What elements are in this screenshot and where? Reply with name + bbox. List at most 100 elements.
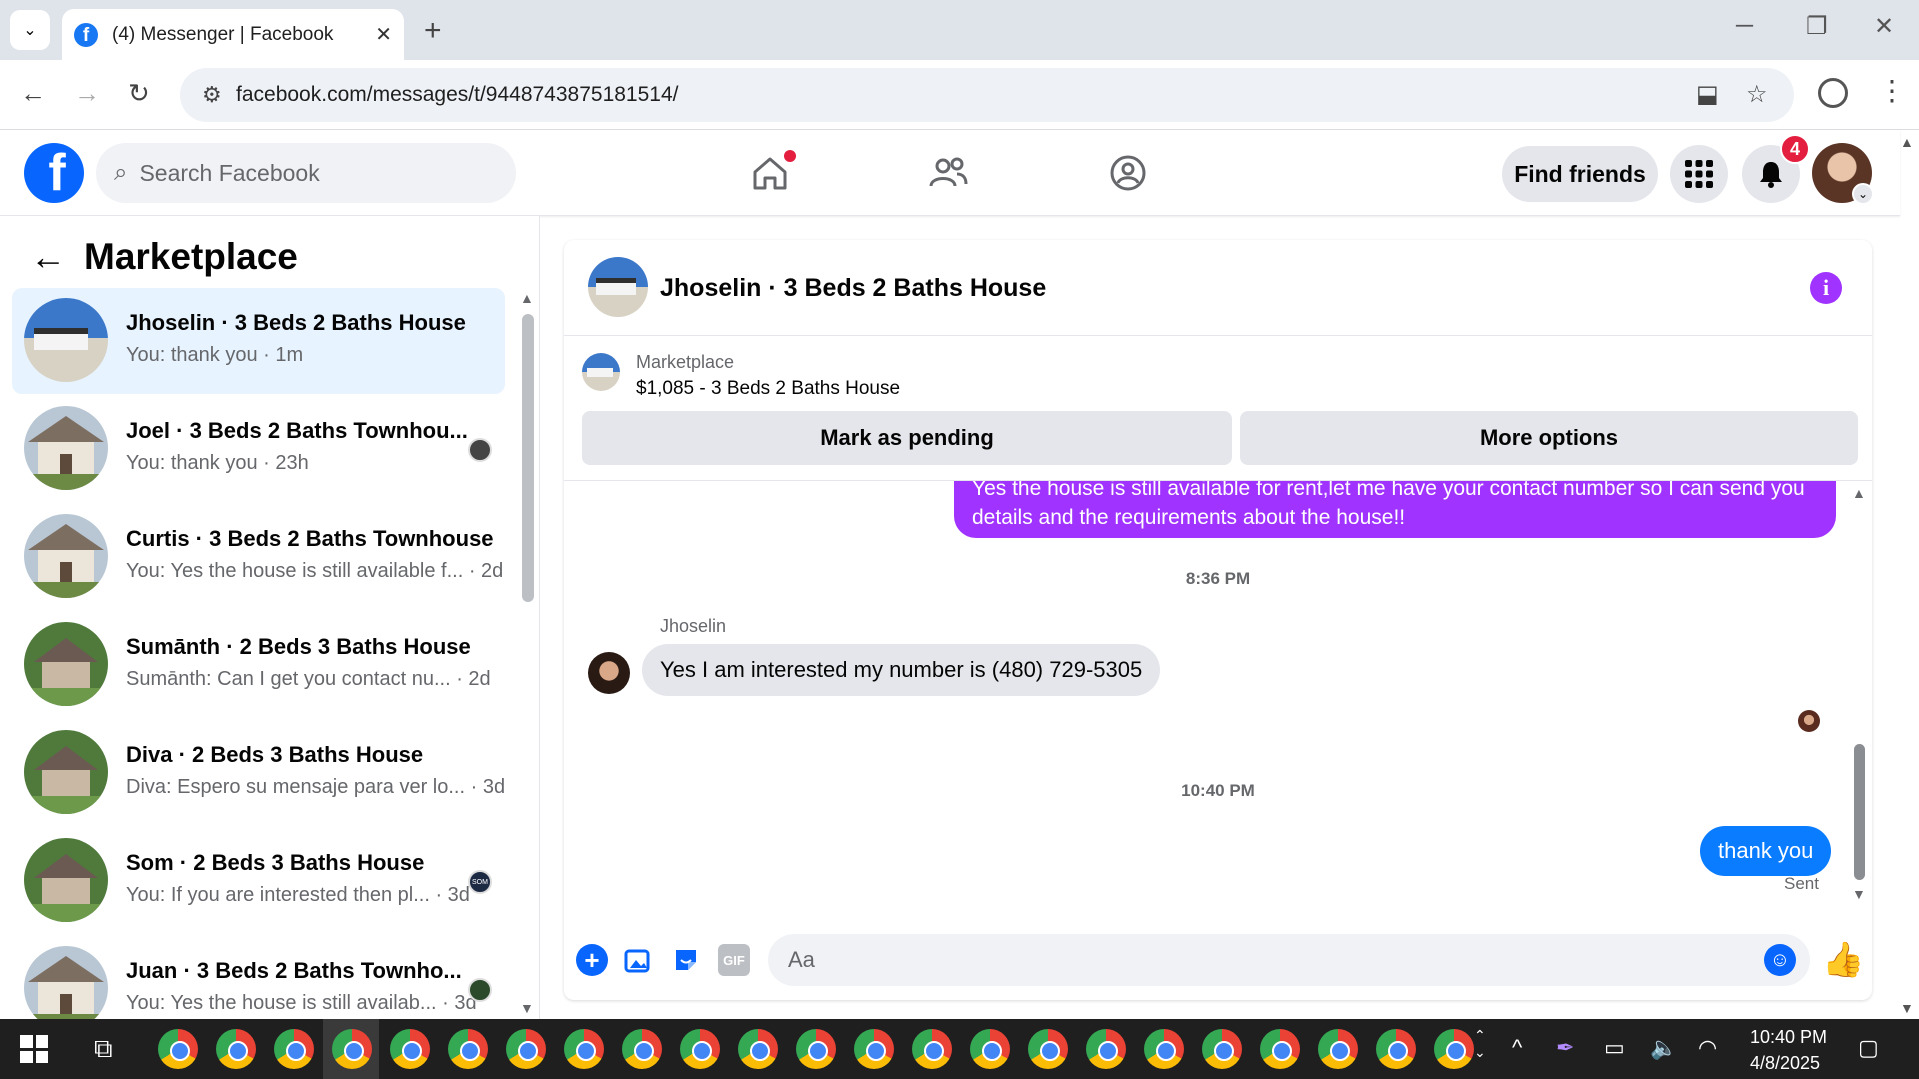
nav-home[interactable] xyxy=(740,150,800,196)
clock-date[interactable]: 4/8/2025 xyxy=(1750,1053,1820,1074)
back-icon[interactable]: ← xyxy=(20,78,46,109)
forward-icon[interactable]: → xyxy=(74,78,100,109)
show-hidden-icons-icon[interactable]: ^ xyxy=(1512,1035,1522,1061)
taskbar-scroll-icon[interactable]: ⌃ ⌄ xyxy=(1474,1027,1486,1061)
conversation-item[interactable]: Diva · 2 Beds 3 Baths House Diva: Espero… xyxy=(12,720,505,826)
sidebar-scrollbar[interactable] xyxy=(522,314,534,602)
emoji-icon[interactable]: ☺ xyxy=(1764,944,1796,976)
chrome-app-icon[interactable] xyxy=(970,1029,1010,1069)
tab-search-button[interactable]: ⌄ xyxy=(10,10,50,50)
thumbs-up-icon[interactable]: 👍 xyxy=(1822,940,1864,980)
listing-price[interactable]: $1,085 - 3 Beds 2 Baths House xyxy=(636,378,900,400)
conversation-name: Juan · 3 Beds 2 Baths Townho... xyxy=(126,958,462,983)
wifi-icon[interactable]: ◠ xyxy=(1698,1035,1717,1061)
chrome-app-icon[interactable] xyxy=(332,1029,372,1069)
chevron-down-icon[interactable]: ⌄ xyxy=(1852,183,1874,205)
gif-icon[interactable]: GIF xyxy=(718,944,750,976)
restore-button[interactable]: ❐ xyxy=(1806,12,1828,41)
chat-title[interactable]: Jhoselin · 3 Beds 2 Baths House xyxy=(660,274,1046,303)
conversation-last-message: You: If you are interested then pl... · … xyxy=(126,884,470,906)
new-tab-button[interactable]: + xyxy=(424,14,442,48)
back-arrow-icon[interactable]: ← xyxy=(30,236,66,278)
sender-avatar[interactable] xyxy=(588,652,630,694)
notification-center-icon[interactable]: ▢ xyxy=(1858,1035,1879,1061)
chrome-app-icon[interactable] xyxy=(1086,1029,1126,1069)
chrome-app-icon[interactable] xyxy=(1202,1029,1242,1069)
conversation-item[interactable]: Jhoselin · 3 Beds 2 Baths House You: tha… xyxy=(12,288,505,394)
conversation-name: Jhoselin · 3 Beds 2 Baths House xyxy=(126,310,466,335)
chrome-app-icon[interactable] xyxy=(1260,1029,1300,1069)
chat-scrollbar[interactable] xyxy=(1854,744,1865,880)
facebook-search-input[interactable]: ⌕ Search Facebook xyxy=(96,143,516,203)
facebook-logo[interactable]: f xyxy=(24,143,84,203)
conversation-item[interactable]: Som · 2 Beds 3 Baths House You: If you a… xyxy=(12,828,505,934)
mark-as-pending-button[interactable]: Mark as pending xyxy=(582,411,1232,465)
browser-tab[interactable]: f (4) Messenger | Facebook ✕ xyxy=(62,9,404,60)
chrome-app-icon[interactable] xyxy=(912,1029,952,1069)
chrome-app-icon[interactable] xyxy=(738,1029,778,1069)
clock-time[interactable]: 10:40 PM xyxy=(1750,1027,1827,1048)
find-friends-button[interactable]: Find friends xyxy=(1502,146,1658,202)
info-icon[interactable]: i xyxy=(1810,272,1842,304)
sticker-icon[interactable] xyxy=(670,944,702,976)
close-tab-icon[interactable]: ✕ xyxy=(375,22,392,47)
chrome-app-icon[interactable] xyxy=(448,1029,488,1069)
bookmark-star-icon[interactable]: ☆ xyxy=(1746,80,1768,109)
pen-icon[interactable]: ✒ xyxy=(1556,1035,1574,1061)
chrome-app-icon[interactable] xyxy=(216,1029,256,1069)
conversation-last-message: You: thank you · 23h xyxy=(126,452,309,474)
browser-menu-icon[interactable]: ⋮ xyxy=(1878,74,1906,107)
install-app-icon[interactable]: ⬓ xyxy=(1696,80,1719,109)
chat-listing-avatar[interactable] xyxy=(588,257,648,317)
chrome-app-icon[interactable] xyxy=(390,1029,430,1069)
battery-icon[interactable]: ▭ xyxy=(1604,1035,1625,1061)
facebook-header: f ⌕ Search Facebook Find friends 4 ⌄ xyxy=(0,130,1900,216)
scroll-down-icon[interactable]: ▼ xyxy=(520,1000,534,1016)
minimize-button[interactable]: ─ xyxy=(1736,12,1753,40)
windows-start-icon[interactable] xyxy=(20,1035,48,1063)
menu-button[interactable] xyxy=(1670,145,1728,203)
scroll-up-icon[interactable]: ▲ xyxy=(1852,485,1866,501)
chrome-app-icon[interactable] xyxy=(158,1029,198,1069)
chrome-app-icon[interactable] xyxy=(274,1029,314,1069)
chrome-app-icon[interactable] xyxy=(796,1029,836,1069)
listing-thumbnail[interactable] xyxy=(582,353,620,391)
conversation-item[interactable]: Curtis · 3 Beds 2 Baths Townhouse You: Y… xyxy=(12,504,505,610)
chrome-app-icon[interactable] xyxy=(506,1029,546,1069)
chrome-app-icon[interactable] xyxy=(1318,1029,1358,1069)
chrome-app-icon[interactable] xyxy=(1028,1029,1068,1069)
chrome-app-icon[interactable] xyxy=(1434,1029,1474,1069)
conversation-item[interactable]: Sumānth · 2 Beds 3 Baths House Sumānth: … xyxy=(12,612,505,718)
scroll-down-icon[interactable]: ▼ xyxy=(1852,886,1866,902)
chrome-app-icon[interactable] xyxy=(680,1029,720,1069)
outgoing-message[interactable]: Yes the house is still available for ren… xyxy=(954,481,1836,538)
site-info-icon[interactable]: ⚙ xyxy=(202,82,222,108)
plus-icon[interactable]: + xyxy=(576,944,608,976)
nav-groups[interactable] xyxy=(1098,150,1158,196)
more-options-button[interactable]: More options xyxy=(1240,411,1858,465)
photo-icon[interactable] xyxy=(622,944,654,976)
browser-profile-icon[interactable] xyxy=(1818,78,1848,108)
chrome-app-icon[interactable] xyxy=(622,1029,662,1069)
page-scroll-up-icon[interactable]: ▲ xyxy=(1900,134,1914,150)
conversation-item[interactable]: Joel · 3 Beds 2 Baths Townhou... You: th… xyxy=(12,396,505,502)
outgoing-message[interactable]: thank you xyxy=(1700,826,1832,876)
task-view-icon[interactable]: ⧉ xyxy=(94,1033,113,1065)
volume-icon[interactable]: 🔈 xyxy=(1650,1035,1677,1061)
listing-thumbnail xyxy=(24,946,108,1019)
scroll-up-icon[interactable]: ▲ xyxy=(520,290,534,306)
nav-friends[interactable] xyxy=(918,150,978,196)
chrome-app-icon[interactable] xyxy=(564,1029,604,1069)
page-scroll-down-icon[interactable]: ▼ xyxy=(1900,1000,1914,1016)
address-bar[interactable]: ⚙ facebook.com/messages/t/94487438751815… xyxy=(180,68,1794,122)
close-window-button[interactable]: ✕ xyxy=(1874,12,1894,41)
reload-icon[interactable]: ↻ xyxy=(128,78,150,109)
chrome-app-icon[interactable] xyxy=(1376,1029,1416,1069)
chrome-app-icon[interactable] xyxy=(854,1029,894,1069)
chrome-app-icon[interactable] xyxy=(1144,1029,1184,1069)
message-input[interactable]: Aa xyxy=(768,934,1810,986)
conversation-item[interactable]: Juan · 3 Beds 2 Baths Townho... You: Yes… xyxy=(12,936,505,1019)
message-thread: Yes the house is still available for ren… xyxy=(564,481,1872,920)
menu-grid-icon xyxy=(1685,160,1713,188)
incoming-message[interactable]: Yes I am interested my number is (480) 7… xyxy=(642,644,1161,696)
